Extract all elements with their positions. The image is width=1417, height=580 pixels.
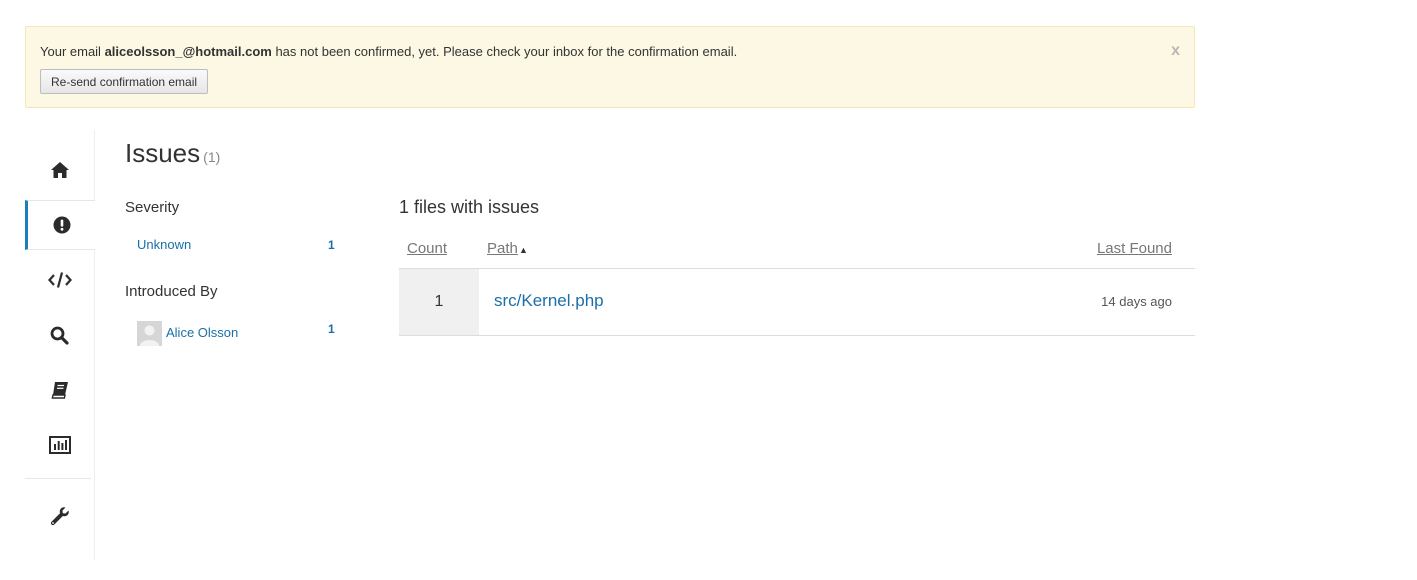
book-icon <box>51 382 68 399</box>
alert-close-button[interactable]: x <box>1171 42 1180 60</box>
nav-item-statistics[interactable] <box>25 420 94 470</box>
page-title: Issues (1) <box>125 138 220 169</box>
issues-count: (1) <box>203 149 221 165</box>
home-icon <box>50 162 69 178</box>
chart-icon <box>48 436 71 454</box>
issues-icon <box>53 216 70 234</box>
side-navigation <box>25 130 95 560</box>
nav-item-code[interactable] <box>25 255 94 305</box>
user-placeholder-icon <box>137 321 162 346</box>
severity-filter-unknown[interactable]: Unknown <box>137 237 191 252</box>
alert-message: Your email aliceolsson_@hotmail.com has … <box>40 44 737 59</box>
severity-heading: Severity <box>125 199 180 216</box>
code-icon <box>47 272 72 288</box>
column-header-path[interactable]: Path <box>487 240 518 257</box>
nav-item-issues[interactable] <box>25 200 95 250</box>
nav-item-search[interactable] <box>25 310 94 360</box>
author-filter-alice-olsson[interactable]: Alice Olsson <box>166 325 238 340</box>
avatar <box>137 321 162 346</box>
row-file-path-link[interactable]: src/Kernel.php <box>494 291 604 311</box>
wrench-icon <box>50 507 69 526</box>
row-last-found: 14 days ago <box>1101 294 1172 309</box>
nav-separator <box>25 478 91 479</box>
row-issue-count: 1 <box>399 269 479 335</box>
introduced-by-heading: Introduced By <box>125 283 218 300</box>
resend-confirmation-button[interactable]: Re-send confirmation email <box>40 69 209 94</box>
table-row: 1 src/Kernel.php 14 days ago <box>399 269 1195 336</box>
alert-message-prefix: Your email <box>40 44 105 59</box>
sort-ascending-icon: ▲ <box>519 245 528 255</box>
severity-unknown-count[interactable]: 1 <box>328 238 335 252</box>
page-title-text: Issues <box>125 138 201 168</box>
alert-email: aliceolsson_@hotmail.com <box>104 44 272 59</box>
column-header-last-found[interactable]: Last Found <box>1097 240 1172 257</box>
alert-message-suffix: has not been confirmed, yet. Please chec… <box>271 44 738 59</box>
files-heading: 1 files with issues <box>399 197 540 217</box>
column-header-path-label: Path <box>487 240 518 257</box>
nav-item-docs[interactable] <box>25 365 94 415</box>
email-confirmation-alert: Your email aliceolsson_@hotmail.com has … <box>25 26 1195 108</box>
author-alice-olsson-count[interactable]: 1 <box>328 322 335 336</box>
nav-item-home[interactable] <box>25 145 94 195</box>
search-icon <box>50 326 69 345</box>
nav-item-settings[interactable] <box>25 491 94 541</box>
column-header-count[interactable]: Count <box>407 240 447 257</box>
